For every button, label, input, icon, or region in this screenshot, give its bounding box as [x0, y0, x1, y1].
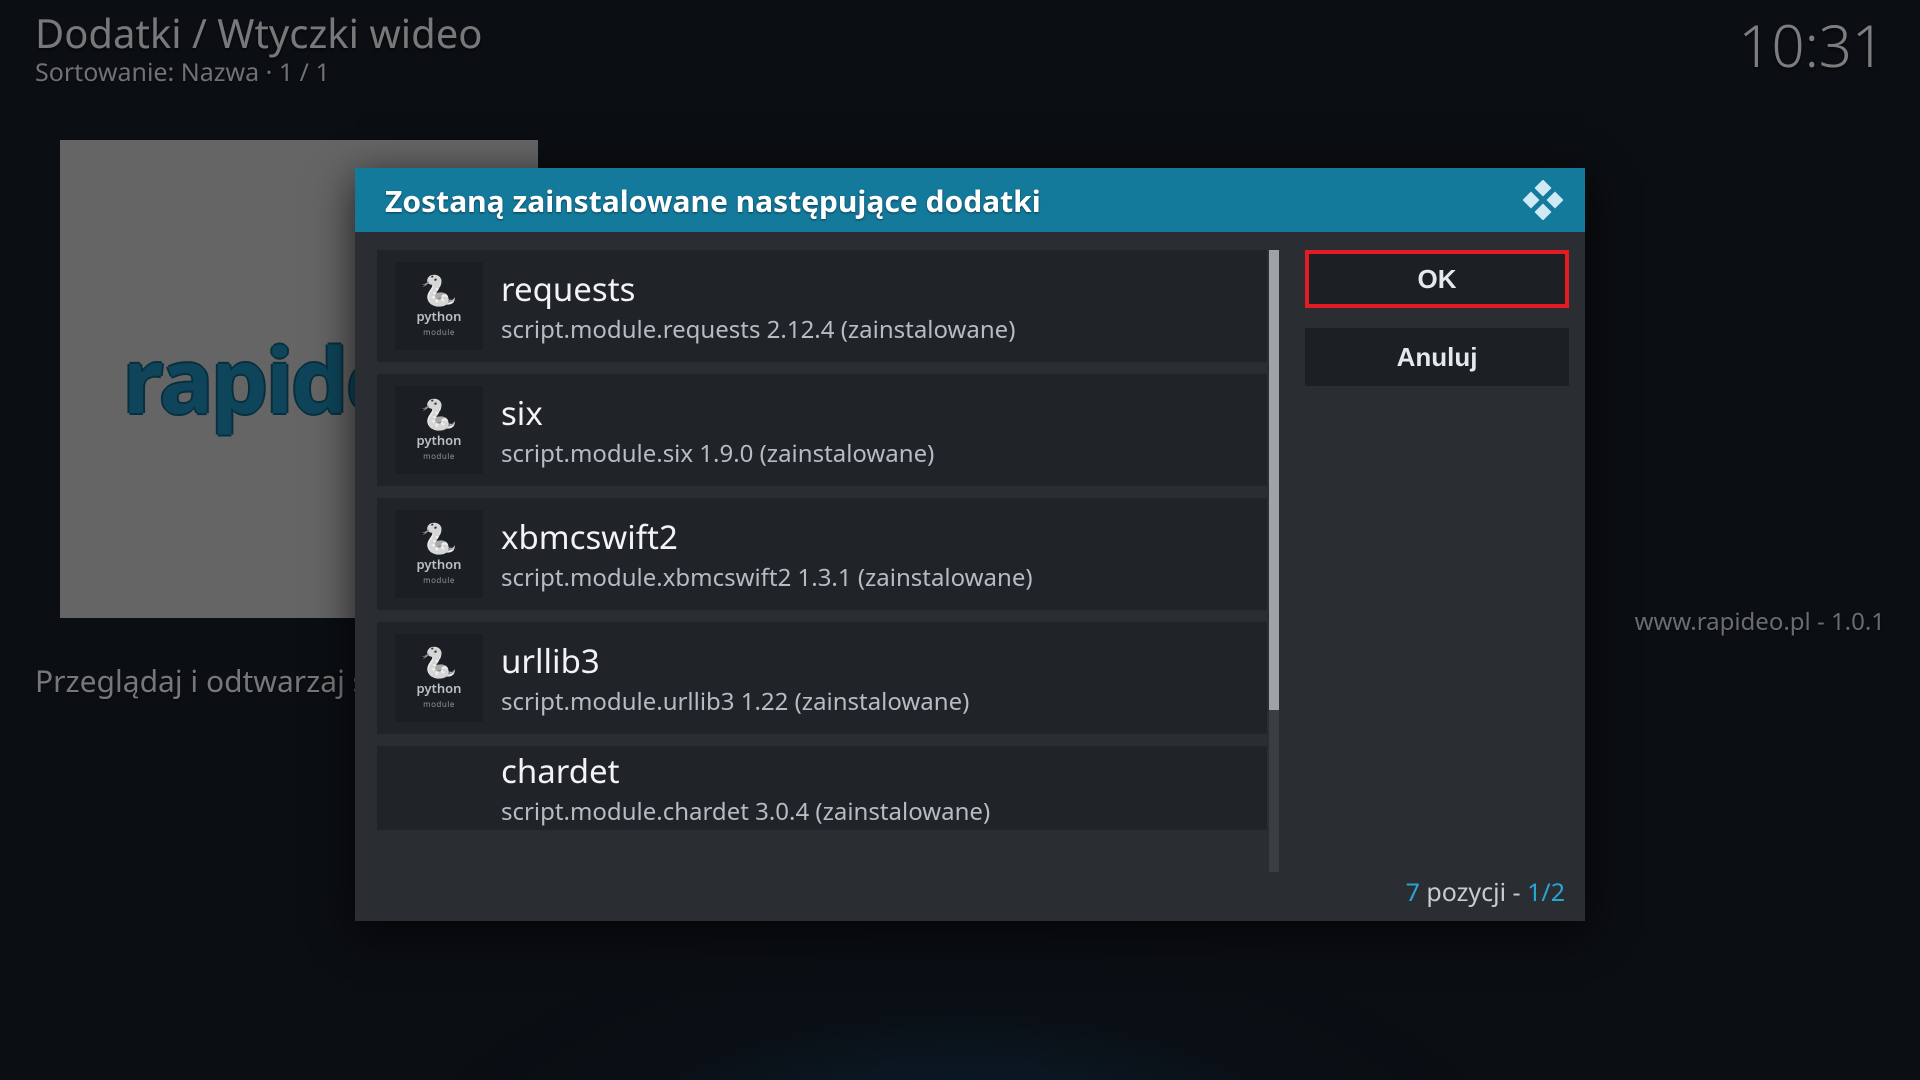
item-name: xbmcswift2	[501, 514, 1033, 559]
ok-button[interactable]: OK	[1305, 250, 1569, 308]
item-sub: script.module.requests 2.12.4 (zainstalo…	[501, 313, 1015, 346]
footer-count: 7 pozycji - 1/2	[1406, 875, 1565, 909]
item-sub: script.module.xbmcswift2 1.3.1 (zainstal…	[501, 561, 1033, 594]
addon-meta: www.rapideo.pl - 1.0.1	[1635, 605, 1885, 638]
breadcrumb: Dodatki / Wtyczki wideo	[35, 5, 482, 60]
item-name: requests	[501, 266, 1015, 311]
python-module-icon: 🐍 python module	[395, 634, 483, 722]
item-sub: script.module.urllib3 1.22 (zainstalowan…	[501, 685, 969, 718]
python-module-icon: 🐍 python module	[395, 510, 483, 598]
dialog-title: Zostaną zainstalowane następujące dodatk…	[385, 180, 1041, 221]
dialog-body: 🐍 python module requests script.module.r…	[355, 232, 1585, 921]
dialog-button-column: OK Anuluj	[1305, 250, 1569, 386]
item-name: six	[501, 390, 934, 435]
footer-page: 1/2	[1527, 875, 1565, 909]
clock: 10:31	[1738, 5, 1885, 84]
list-item[interactable]: 🐍 python module six script.module.six 1.…	[377, 374, 1267, 486]
item-name: chardet	[501, 748, 990, 793]
cancel-button[interactable]: Anuluj	[1305, 328, 1569, 386]
dialog-header: Zostaną zainstalowane następujące dodatk…	[355, 168, 1585, 232]
item-name: urllib3	[501, 638, 969, 683]
scrollbar[interactable]	[1269, 250, 1279, 872]
item-sub: script.module.six 1.9.0 (zainstalowane)	[501, 437, 934, 470]
dependency-list[interactable]: 🐍 python module requests script.module.r…	[377, 250, 1267, 872]
scrollbar-thumb[interactable]	[1269, 250, 1279, 710]
list-item[interactable]: 🐍 python module requests script.module.r…	[377, 250, 1267, 362]
sort-line: Sortowanie: Nazwa · 1 / 1	[35, 55, 330, 89]
dependency-list-wrap: 🐍 python module requests script.module.r…	[377, 250, 1279, 872]
python-module-icon: 🐍 python module	[395, 262, 483, 350]
kodi-logo-icon	[1523, 180, 1563, 220]
footer-count-number: 7	[1406, 875, 1420, 909]
list-item[interactable]: 🐍 python module urllib3 script.module.ur…	[377, 622, 1267, 734]
install-dependencies-dialog: Zostaną zainstalowane następujące dodatk…	[355, 168, 1585, 921]
list-item[interactable]: 🐍 python module xbmcswift2 script.module…	[377, 498, 1267, 610]
item-sub: script.module.chardet 3.0.4 (zainstalowa…	[501, 795, 990, 828]
list-item[interactable]: chardet script.module.chardet 3.0.4 (zai…	[377, 746, 1267, 830]
python-module-icon: 🐍 python module	[395, 386, 483, 474]
